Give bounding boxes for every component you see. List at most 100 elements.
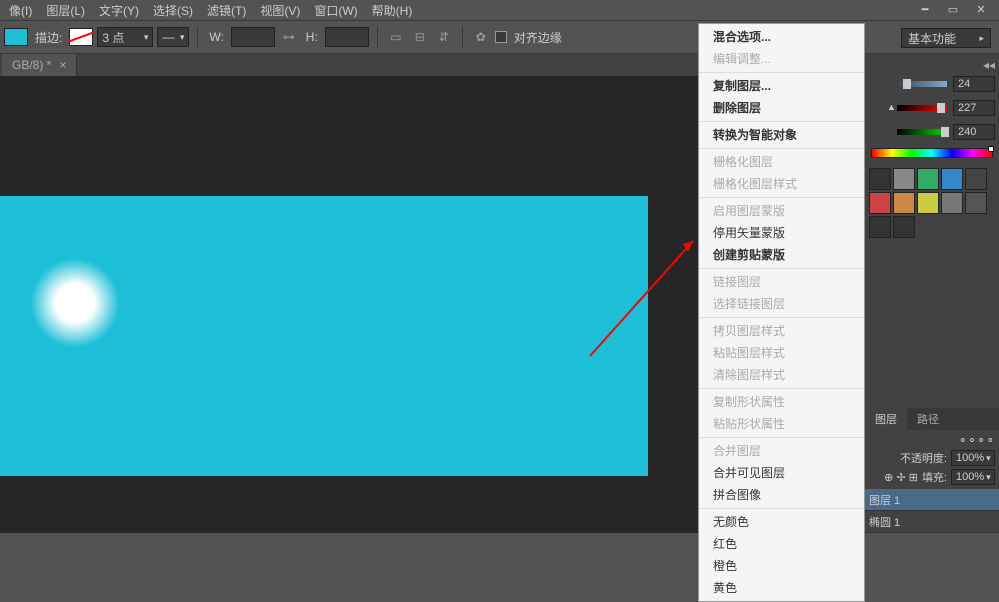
context-menu-item[interactable]: 黄色 [699, 577, 864, 599]
height-input[interactable] [325, 27, 369, 47]
menu-separator [699, 437, 864, 438]
swatches-panel [865, 164, 999, 244]
menu-layer[interactable]: 图层(L) [39, 2, 92, 19]
panel-tabstrip-icon[interactable]: ◂◂ [983, 58, 995, 72]
swatch[interactable] [893, 192, 915, 214]
context-menu-item[interactable]: 转换为智能对象 [699, 124, 864, 146]
menu-filter[interactable]: 滤镜(T) [200, 2, 253, 19]
context-menu-item: 清除图层样式 [699, 364, 864, 386]
maximize-button[interactable]: ▭ [941, 3, 965, 15]
swatch[interactable] [869, 216, 891, 238]
menu-separator [699, 72, 864, 73]
menu-separator [699, 197, 864, 198]
minimize-button[interactable]: ━ [913, 3, 937, 15]
slider-value[interactable]: 227 [953, 100, 995, 116]
slider-track[interactable] [897, 129, 947, 135]
fill-color-swatch[interactable] [4, 28, 28, 46]
swatch[interactable] [917, 168, 939, 190]
context-menu-item: 复制形状属性 [699, 391, 864, 413]
stroke-color-swatch[interactable] [69, 28, 93, 46]
width-input[interactable] [231, 27, 275, 47]
slider-track[interactable]: ▲ [897, 105, 947, 111]
menu-text[interactable]: 文字(Y) [92, 2, 146, 19]
swatch[interactable] [869, 168, 891, 190]
tab-layers[interactable]: 图层 [865, 408, 907, 430]
swatch[interactable] [965, 168, 987, 190]
context-menu-item: 选择链接图层 [699, 293, 864, 315]
stroke-style-dropdown[interactable]: —▾ [157, 27, 189, 47]
workspace-dropdown[interactable]: 基本功能▸ [901, 28, 991, 48]
divider [197, 26, 198, 48]
layers-panel: 图层 路径 ⚬⚬⚬⚬ 不透明度: 100%▾ ⊕ ✢ ⊞ 填充: 100%▾ 图… [865, 408, 999, 533]
menu-image[interactable]: 像(I) [2, 2, 39, 19]
context-menu-item[interactable]: 混合选项... [699, 26, 864, 48]
divider [377, 26, 378, 48]
tab-close-icon[interactable]: × [59, 58, 66, 72]
menu-help[interactable]: 帮助(H) [365, 2, 420, 19]
menu-separator [699, 317, 864, 318]
context-menu-item: 链接图层 [699, 271, 864, 293]
path-ops-icon[interactable]: ▭ [386, 27, 406, 47]
swatch[interactable] [941, 192, 963, 214]
context-menu-item[interactable]: 拼合图像 [699, 484, 864, 506]
right-panels: ◂◂ 24 ▲ 227 240 [865, 54, 999, 533]
swatch[interactable] [941, 168, 963, 190]
close-button[interactable]: ✕ [969, 3, 993, 15]
menubar: 像(I) 图层(L) 文字(Y) 选择(S) 滤镜(T) 视图(V) 窗口(W)… [0, 0, 999, 20]
menu-separator [699, 388, 864, 389]
canvas[interactable] [0, 196, 648, 476]
divider [462, 26, 463, 48]
context-menu-item[interactable]: 复制图层... [699, 75, 864, 97]
swatch[interactable] [869, 192, 891, 214]
context-menu-item[interactable]: 创建剪贴蒙版 [699, 244, 864, 266]
stroke-label: 描边: [35, 29, 62, 46]
arrange-icon[interactable]: ⇵ [434, 27, 454, 47]
swatch[interactable] [965, 192, 987, 214]
height-label: H: [306, 30, 318, 44]
opacity-value[interactable]: 100%▾ [951, 450, 995, 466]
fill-value[interactable]: 100%▾ [951, 469, 995, 485]
context-menu-item[interactable]: 删除图层 [699, 97, 864, 119]
context-menu-item[interactable]: 无颜色 [699, 511, 864, 533]
context-menu-item: 栅格化图层样式 [699, 173, 864, 195]
menu-window[interactable]: 窗口(W) [307, 2, 364, 19]
context-menu-item: 编辑调整... [699, 48, 864, 70]
context-menu-item[interactable]: 橙色 [699, 555, 864, 577]
window-controls: ━ ▭ ✕ [913, 0, 999, 18]
context-menu-item: 栅格化图层 [699, 151, 864, 173]
color-slider-row: ▲ 227 [865, 98, 999, 118]
layer-row[interactable]: 椭圆 1 [865, 511, 999, 533]
document-tab[interactable]: GB/8) * × [2, 54, 77, 76]
stroke-width-dropdown[interactable]: 3 点▾ [97, 27, 153, 47]
slider-value[interactable]: 24 [953, 76, 995, 92]
gear-icon[interactable]: ✿ [471, 27, 491, 47]
layer-row[interactable]: 图层 1 [865, 489, 999, 511]
context-menu-item[interactable]: 红色 [699, 533, 864, 555]
align-edges-checkbox[interactable] [495, 31, 507, 43]
swatch[interactable] [917, 192, 939, 214]
context-menu-item[interactable]: 合并可见图层 [699, 462, 864, 484]
color-slider-row: 240 [865, 122, 999, 142]
context-menu-item[interactable]: 停用矢量蒙版 [699, 222, 864, 244]
color-spectrum[interactable] [871, 148, 993, 158]
soft-white-circle [30, 258, 120, 348]
color-slider-row: 24 [865, 74, 999, 94]
menu-view[interactable]: 视图(V) [253, 2, 307, 19]
swatch[interactable] [893, 216, 915, 238]
link-wh-icon[interactable]: ⊶ [279, 27, 299, 47]
menu-separator [699, 148, 864, 149]
menu-separator [699, 508, 864, 509]
context-menu-item: 粘贴图层样式 [699, 342, 864, 364]
tab-paths[interactable]: 路径 [907, 408, 949, 430]
slider-track[interactable] [897, 81, 947, 87]
slider-value[interactable]: 240 [953, 124, 995, 140]
layer-context-menu: 混合选项...编辑调整... 复制图层...删除图层转换为智能对象栅格化图层栅格化… [698, 23, 865, 602]
align-icon[interactable]: ⊟ [410, 27, 430, 47]
swatch[interactable] [893, 168, 915, 190]
context-menu-item: 粘贴形状属性 [699, 413, 864, 435]
menu-select[interactable]: 选择(S) [146, 2, 200, 19]
context-menu-item: 合并图层 [699, 440, 864, 462]
context-menu-item: 拷贝图层样式 [699, 320, 864, 342]
fill-label: 填充: [922, 469, 947, 485]
menu-separator [699, 121, 864, 122]
